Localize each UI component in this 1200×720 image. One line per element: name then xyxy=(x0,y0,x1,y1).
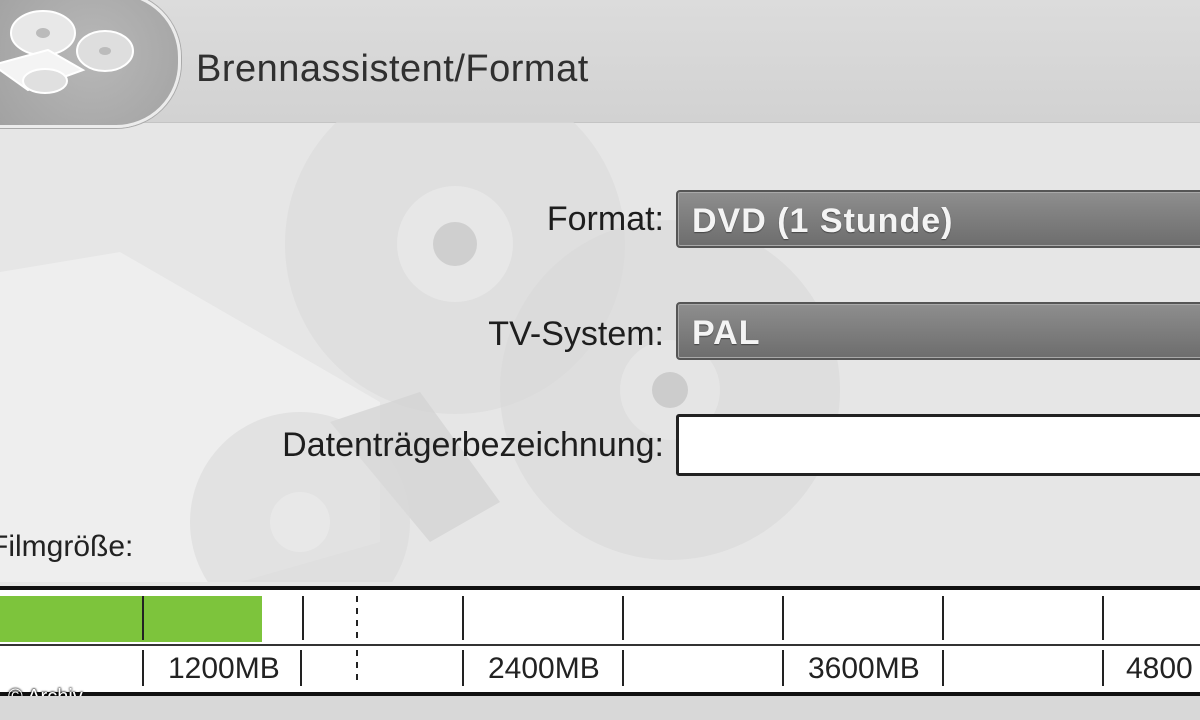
volume-label: Datenträgerbezeichnung: xyxy=(282,426,664,464)
tick xyxy=(1102,596,1104,640)
bar-divider xyxy=(0,644,1200,646)
tick xyxy=(622,596,624,640)
film-size-bar: 1200MB 2400MB 3600MB 4800 xyxy=(0,586,1200,696)
wizard-header: Brennassistent/Format xyxy=(0,0,1200,128)
scale-label: 3600MB xyxy=(808,652,920,685)
tick xyxy=(302,596,304,640)
format-label: Format: xyxy=(546,200,664,238)
film-size-fill xyxy=(0,596,262,642)
tick xyxy=(942,650,944,686)
tick xyxy=(142,650,144,686)
format-select[interactable]: DVD (1 Stunde) xyxy=(676,190,1200,248)
scale-label: 4800 xyxy=(1126,652,1193,685)
scale-label: 1200MB xyxy=(168,652,280,685)
tick xyxy=(782,596,784,640)
wizard-title: Brennassistent/Format xyxy=(196,48,589,90)
tick xyxy=(300,650,302,686)
tick xyxy=(942,596,944,640)
tick xyxy=(462,596,464,640)
disc-logo-icon xyxy=(0,0,181,128)
tick xyxy=(1102,650,1104,686)
tick xyxy=(782,650,784,686)
tick xyxy=(142,596,144,640)
tick xyxy=(622,650,624,686)
tick-dashed xyxy=(356,596,358,640)
tick xyxy=(462,650,464,686)
bottom-strip xyxy=(0,696,1200,720)
film-size-label: Filmgröße: xyxy=(0,530,134,563)
tv-system-select[interactable]: PAL xyxy=(676,302,1200,360)
scale-label: 2400MB xyxy=(488,652,600,685)
tick-dashed xyxy=(356,650,358,686)
volume-name-input[interactable] xyxy=(676,414,1200,476)
tv-system-label: TV-System: xyxy=(488,315,664,353)
